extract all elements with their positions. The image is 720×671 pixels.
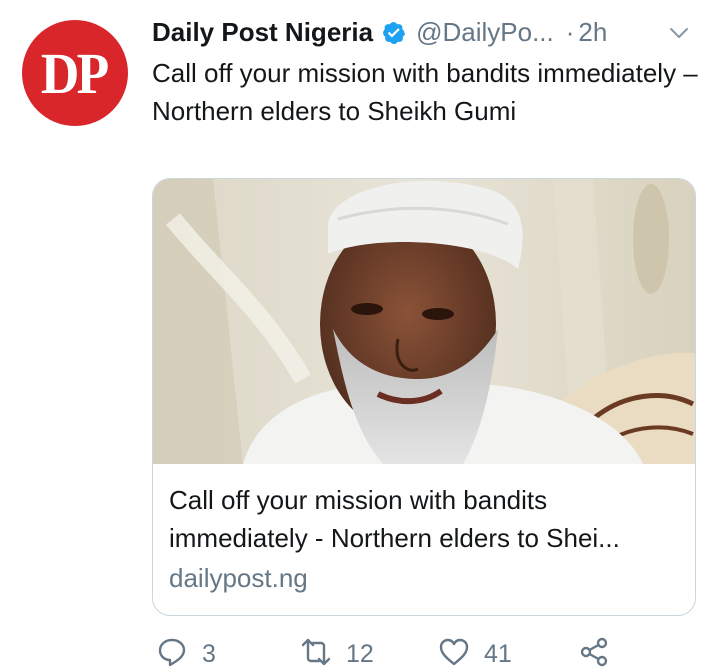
tweet-actions: 3 12 41: [152, 636, 700, 671]
separator-dot: ·: [565, 16, 575, 47]
like-count: 41: [484, 640, 512, 668]
retweet-count: 12: [346, 640, 374, 668]
share-icon: [578, 636, 610, 671]
tweet-text: Call off your mission with bandits immed…: [152, 58, 698, 126]
avatar-logo-text: DP: [41, 40, 109, 106]
retweet-button[interactable]: 12: [300, 636, 374, 671]
card-domain[interactable]: dailypost.ng: [169, 563, 308, 594]
verified-badge-icon: [381, 20, 406, 45]
card-title-line: Call off your mission with bandits: [169, 485, 548, 515]
retweet-icon: [300, 636, 332, 671]
reply-button[interactable]: 3: [156, 636, 216, 671]
reply-icon: [156, 636, 188, 671]
chevron-down-icon[interactable]: [666, 20, 692, 46]
reply-count: 3: [202, 640, 216, 668]
link-card[interactable]: Call off your mission with bandits immed…: [152, 178, 696, 616]
card-image[interactable]: [153, 179, 695, 464]
user-handle[interactable]: @DailyPo...: [416, 17, 554, 48]
tweet-header: Daily Post Nigeria @DailyPo... · 2h: [152, 12, 700, 52]
card-title[interactable]: Call off your mission with bandits immed…: [169, 481, 689, 557]
avatar[interactable]: DP: [22, 20, 128, 126]
like-icon: [438, 636, 470, 671]
display-name[interactable]: Daily Post Nigeria: [152, 17, 373, 48]
share-button[interactable]: [578, 636, 610, 671]
like-button[interactable]: 41: [438, 636, 512, 671]
card-title-line: immediately - Northern elders to Shei...: [169, 523, 620, 553]
timestamp[interactable]: 2h: [578, 17, 607, 48]
